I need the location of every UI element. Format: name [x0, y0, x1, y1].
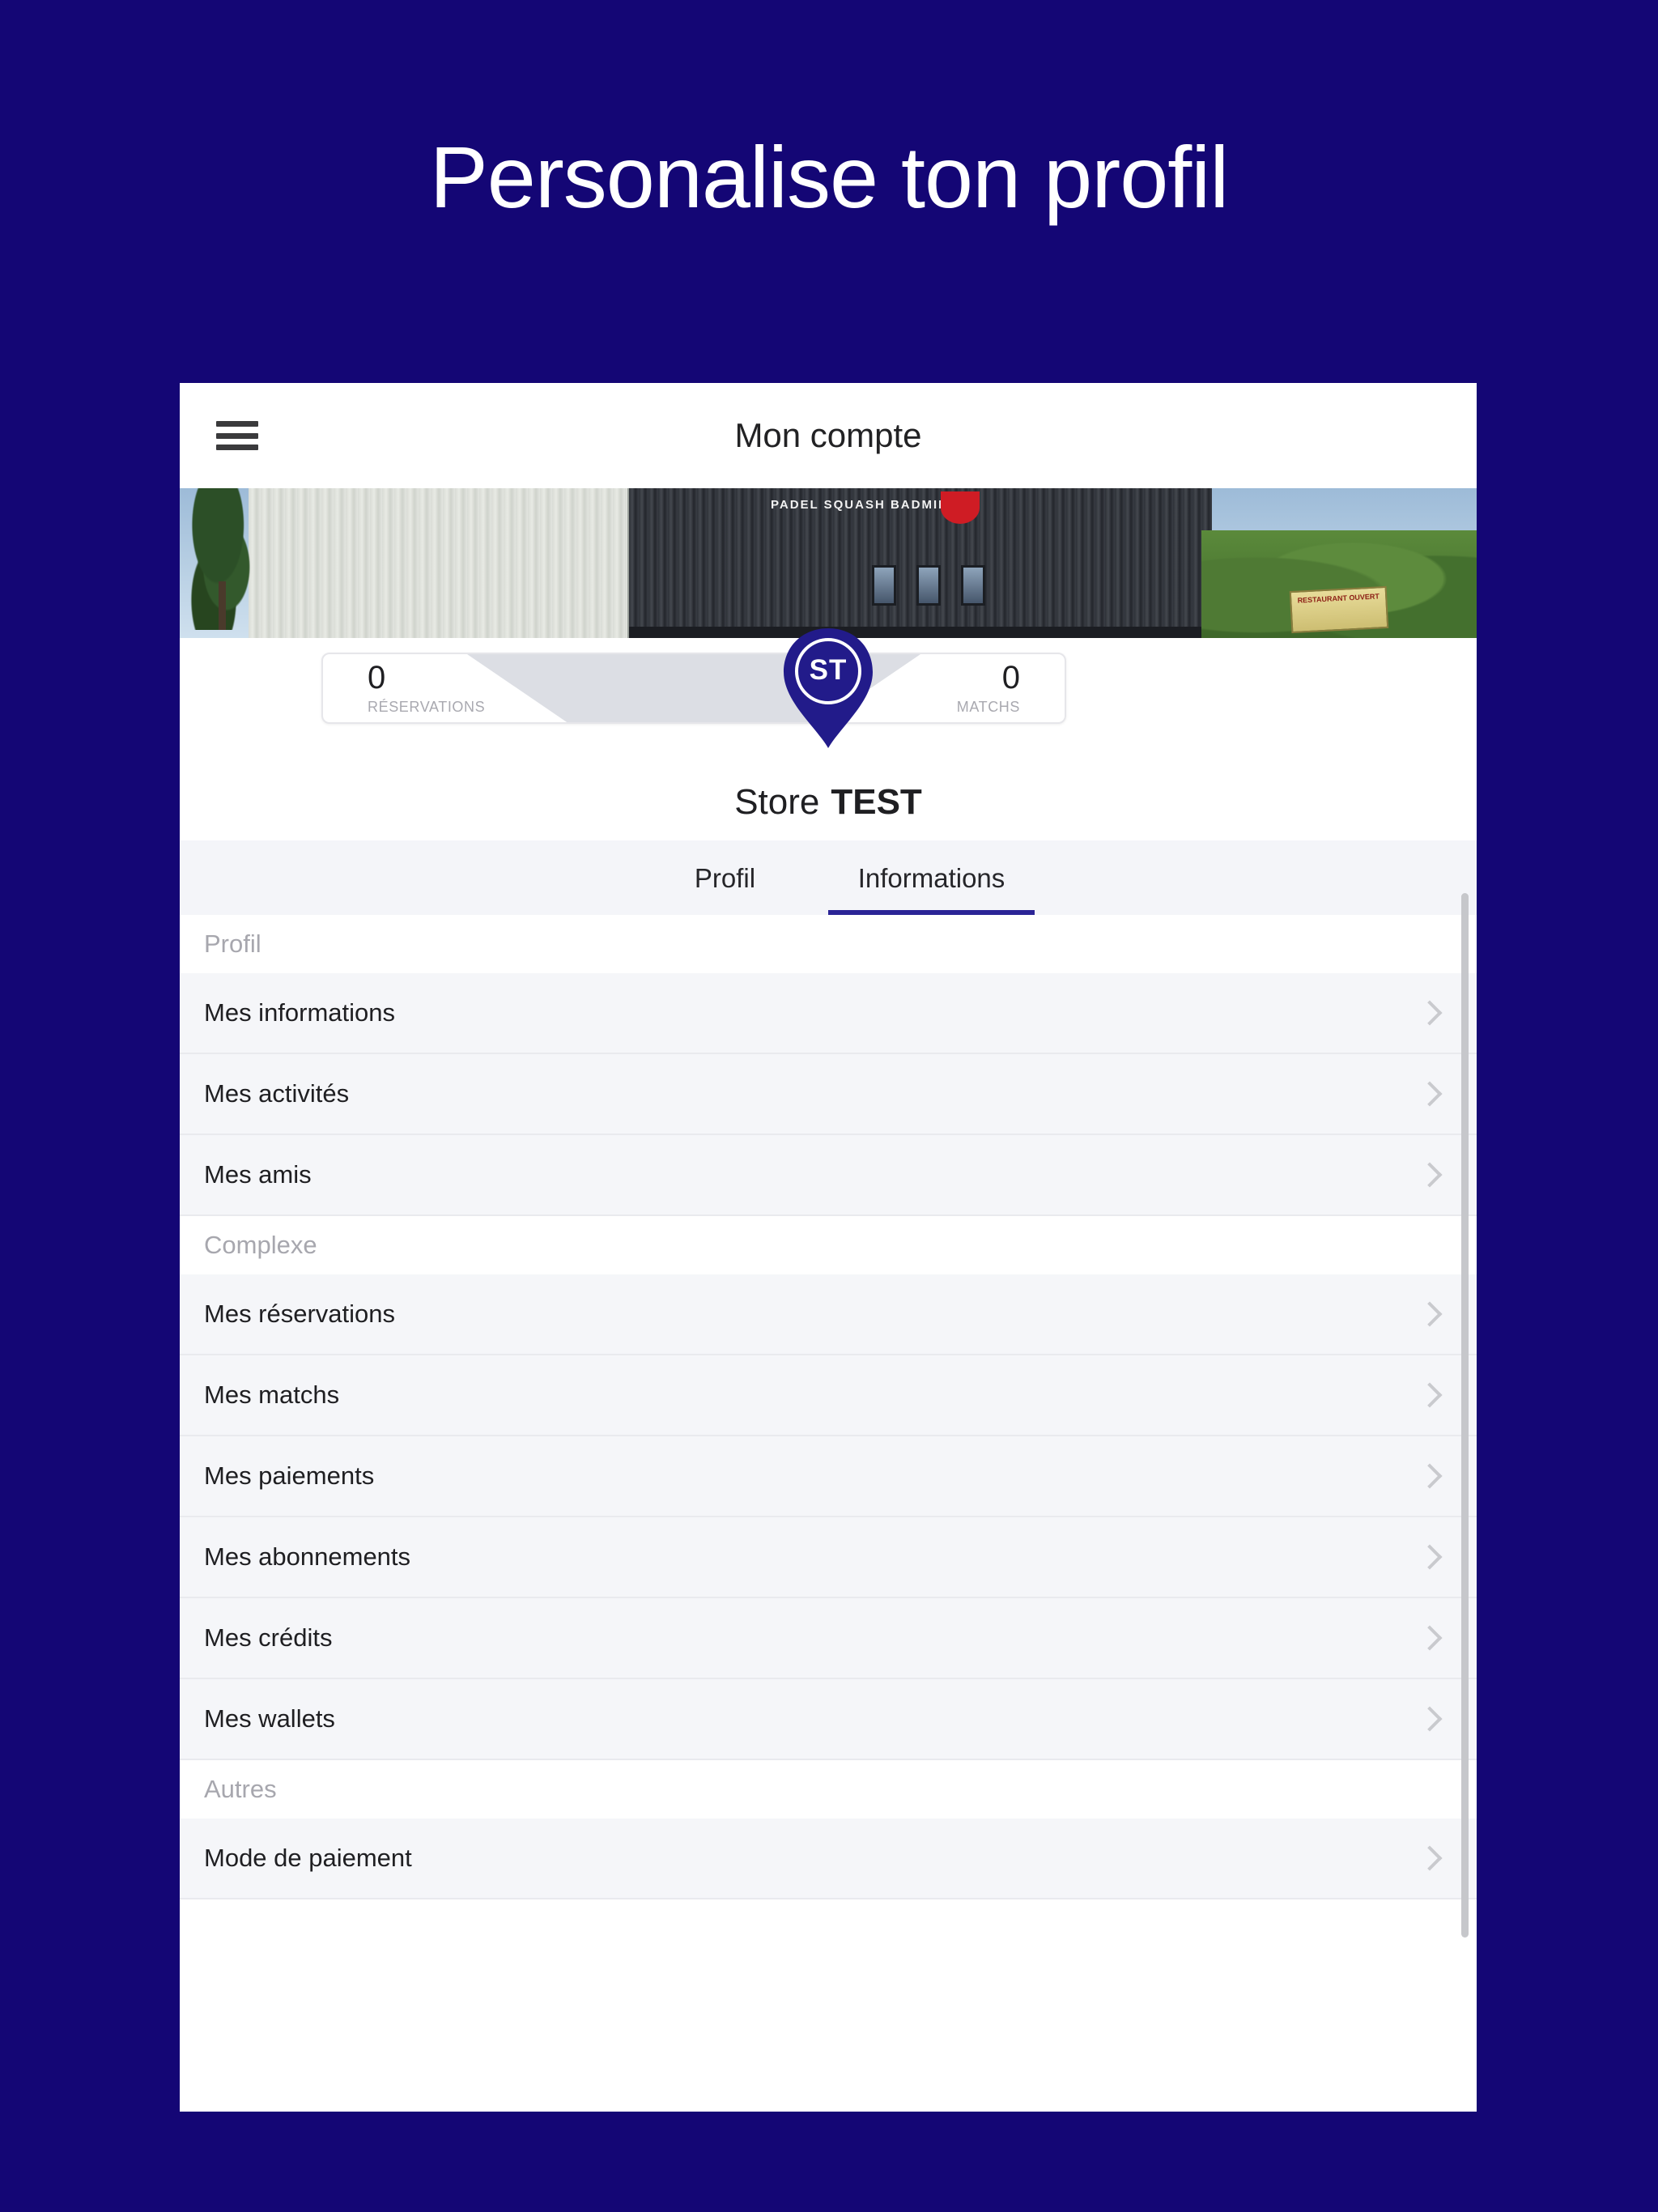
- chevron-right-icon: [1419, 1848, 1440, 1869]
- store-name-value: TEST: [831, 781, 922, 822]
- chevron-right-icon: [1419, 1164, 1440, 1185]
- list-item-label: Mes crédits: [204, 1623, 333, 1652]
- avatar[interactable]: ST: [780, 627, 876, 750]
- profile-tabs: Profil Informations: [180, 840, 1477, 915]
- banner-window: [961, 565, 985, 606]
- list-item-mes-amis[interactable]: Mes amis: [180, 1135, 1477, 1216]
- list-item-label: Mes amis: [204, 1160, 312, 1189]
- page-title: Mon compte: [734, 416, 922, 454]
- chevron-right-icon: [1419, 1083, 1440, 1104]
- list-item-mes-activites[interactable]: Mes activités: [180, 1054, 1477, 1135]
- hamburger-bar: [216, 432, 258, 439]
- list-item-label: Mes informations: [204, 998, 396, 1027]
- stats-card: 0 RÉSERVATIONS 0 MATCHS: [321, 653, 1066, 724]
- list-item-label: Mes matchs: [204, 1380, 340, 1409]
- promo-headline: Personalise ton profil: [429, 128, 1230, 226]
- banner-placard: RESTAURANT OUVERT: [1289, 585, 1389, 634]
- stat-reservations-value: 0: [368, 659, 386, 696]
- list-item-mes-wallets[interactable]: Mes wallets: [180, 1679, 1477, 1760]
- banner-building-facade: PADEL SQUASH BADMINTON: [629, 488, 1212, 638]
- store-name: Store TEST: [180, 764, 1477, 840]
- list-item-label: Mes wallets: [204, 1704, 335, 1733]
- hamburger-bar: [216, 445, 258, 450]
- section-header-autres: Autres: [180, 1760, 1477, 1819]
- banner-window: [916, 565, 941, 606]
- banner-hedge: RESTAURANT OUVERT: [1201, 530, 1477, 638]
- list-item-mode-de-paiement[interactable]: Mode de paiement: [180, 1819, 1477, 1899]
- hamburger-icon[interactable]: [216, 421, 258, 450]
- tab-profil[interactable]: Profil: [622, 863, 828, 915]
- list-item-label: Mes abonnements: [204, 1542, 411, 1571]
- app-header: Mon compte: [180, 383, 1477, 488]
- list-item-mes-paiements[interactable]: Mes paiements: [180, 1436, 1477, 1517]
- chevron-right-icon: [1419, 1546, 1440, 1568]
- section-header-complexe: Complexe: [180, 1216, 1477, 1274]
- avatar-initials: ST: [809, 654, 848, 686]
- section-header-profil: Profil: [180, 915, 1477, 973]
- store-name-prefix: Store: [734, 781, 820, 822]
- chevron-right-icon: [1419, 1627, 1440, 1648]
- banner-logo-mark: [941, 491, 980, 524]
- list-item-mes-credits[interactable]: Mes crédits: [180, 1598, 1477, 1679]
- stats-strip: 0 RÉSERVATIONS 0 MATCHS ST: [180, 628, 1477, 764]
- chevron-right-icon: [1419, 1002, 1440, 1023]
- chevron-right-icon: [1419, 1708, 1440, 1729]
- settings-list: Profil Mes informations Mes activités Me…: [180, 915, 1477, 1899]
- stat-matchs-value: 0: [1001, 659, 1020, 696]
- list-item-label: Mes réservations: [204, 1300, 396, 1328]
- stat-matchs-label: MATCHS: [956, 698, 1020, 715]
- venue-banner-image: PADEL SQUASH BADMINTON RESTAURANT OUVERT: [180, 488, 1477, 638]
- banner-translucent-wall: [249, 488, 629, 638]
- chevron-right-icon: [1419, 1304, 1440, 1325]
- chevron-right-icon: [1419, 1465, 1440, 1487]
- app-screenshot-frame: Mon compte PADEL SQUASH BADMINTON RESTAU…: [180, 383, 1477, 2112]
- stat-reservations[interactable]: 0 RÉSERVATIONS: [323, 654, 572, 722]
- list-item-mes-matchs[interactable]: Mes matchs: [180, 1355, 1477, 1436]
- vertical-scrollbar[interactable]: [1461, 893, 1469, 1938]
- tab-informations[interactable]: Informations: [828, 863, 1035, 915]
- list-item-label: Mode de paiement: [204, 1844, 412, 1872]
- list-item-label: Mes paiements: [204, 1461, 375, 1490]
- banner-window: [872, 565, 896, 606]
- stats-card-notch: [572, 654, 815, 722]
- map-pin-icon: [784, 628, 873, 748]
- hamburger-bar: [216, 421, 258, 427]
- list-item-mes-informations[interactable]: Mes informations: [180, 973, 1477, 1054]
- list-item-label: Mes activités: [204, 1079, 350, 1108]
- list-item-mes-reservations[interactable]: Mes réservations: [180, 1274, 1477, 1355]
- banner-tree: [180, 488, 265, 630]
- list-item-mes-abonnements[interactable]: Mes abonnements: [180, 1517, 1477, 1598]
- stat-reservations-label: RÉSERVATIONS: [368, 698, 486, 715]
- chevron-right-icon: [1419, 1385, 1440, 1406]
